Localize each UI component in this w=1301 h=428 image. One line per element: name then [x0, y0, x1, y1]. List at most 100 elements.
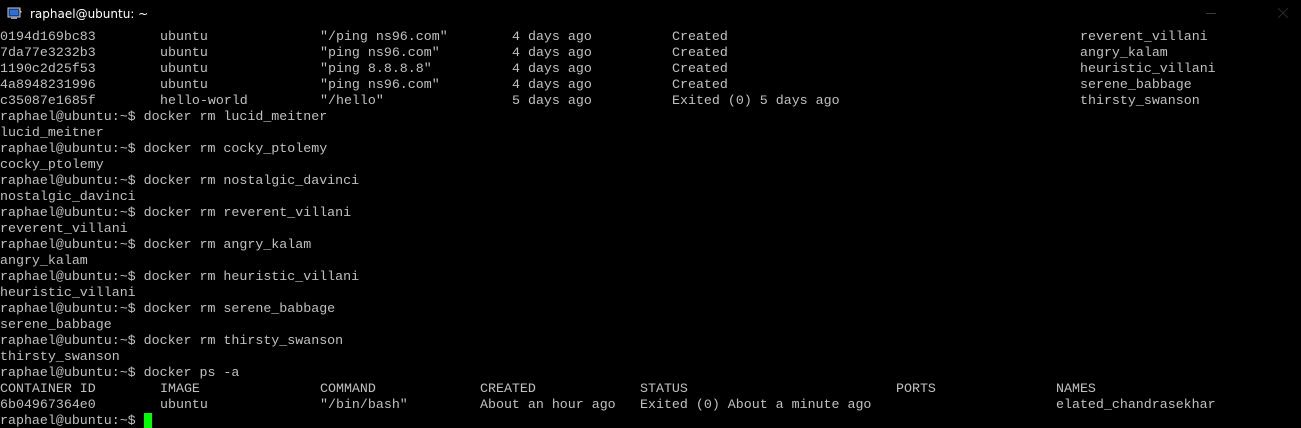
table-row: c35087e1685f hello-world "/hello" 5 days… — [0, 93, 1301, 109]
container-id: c35087e1685f — [0, 93, 96, 108]
table-header: CONTAINER ID IMAGE COMMAND CREATED STATU… — [0, 381, 1301, 397]
command: "/hello" — [320, 93, 384, 108]
header-command: COMMAND — [320, 381, 376, 396]
created: 4 days ago — [512, 29, 592, 44]
image: hello-world — [160, 93, 248, 108]
container-name: serene_babbage — [1080, 77, 1192, 92]
command-line: raphael@ubuntu:~$ docker rm cocky_ptolem… — [0, 141, 1301, 157]
command-line: raphael@ubuntu:~$ docker rm thirsty_swan… — [0, 333, 1301, 349]
command: "ping ns96.com" — [320, 45, 440, 60]
container-id: 6b04967364e0 — [0, 397, 96, 412]
close-icon — [1277, 5, 1289, 23]
window-title: raphael@ubuntu: ~ — [30, 6, 149, 21]
container-name: reverent_villani — [1080, 29, 1208, 44]
output-text: serene_babbage — [0, 317, 112, 332]
close-button[interactable] — [1265, 0, 1301, 27]
image: ubuntu — [160, 45, 208, 60]
minimize-button[interactable] — [1193, 0, 1229, 27]
container-id: 0194d169bc83 — [0, 29, 96, 44]
command-output: lucid_meitner — [0, 125, 1301, 141]
command-line: raphael@ubuntu:~$ docker ps -a — [0, 365, 1301, 381]
command-output: reverent_villani — [0, 221, 1301, 237]
command-line: raphael@ubuntu:~$ docker rm heuristic_vi… — [0, 269, 1301, 285]
image: ubuntu — [160, 397, 208, 412]
title-bar[interactable]: raphael@ubuntu: ~ — [0, 0, 1301, 27]
status: Exited (0) 5 days ago — [672, 93, 840, 108]
shell-prompt: raphael@ubuntu:~$ — [0, 141, 136, 156]
output-text: cocky_ptolemy — [0, 157, 104, 172]
status: Created — [672, 77, 728, 92]
shell-prompt: raphael@ubuntu:~$ — [0, 173, 136, 188]
command-text: docker rm reverent_villani — [143, 205, 352, 220]
header-image: IMAGE — [160, 381, 200, 396]
status: Created — [672, 61, 728, 76]
status: Created — [672, 45, 728, 60]
command-line: raphael@ubuntu:~$ docker rm lucid_meitne… — [0, 109, 1301, 125]
image: ubuntu — [160, 61, 208, 76]
table-row: 4a8948231996 ubuntu "ping ns96.com" 4 da… — [0, 77, 1301, 93]
text-cursor[interactable] — [143, 413, 152, 428]
created: 4 days ago — [512, 61, 592, 76]
command-output: heuristic_villani — [0, 285, 1301, 301]
command-line: raphael@ubuntu:~$ docker rm reverent_vil… — [0, 205, 1301, 221]
table-row: 1190c2d25f53 ubuntu "ping 8.8.8.8" 4 day… — [0, 61, 1301, 77]
shell-prompt: raphael@ubuntu:~$ — [0, 205, 136, 220]
putty-icon[interactable] — [7, 7, 23, 21]
shell-prompt: raphael@ubuntu:~$ — [0, 109, 136, 124]
command-line: raphael@ubuntu:~$ docker rm nostalgic_da… — [0, 173, 1301, 189]
command-output: thirsty_swanson — [0, 349, 1301, 365]
command: "ping ns96.com" — [320, 77, 440, 92]
command-text: docker rm serene_babbage — [143, 301, 336, 316]
created: 4 days ago — [512, 45, 592, 60]
command: "/ping ns96.com" — [320, 29, 448, 44]
shell-prompt: raphael@ubuntu:~$ — [0, 301, 136, 316]
container-id: 4a8948231996 — [0, 77, 96, 92]
terminal-output[interactable]: 0194d169bc83 ubuntu "/ping ns96.com" 4 d… — [0, 29, 1301, 428]
command-text: docker rm thirsty_swanson — [143, 333, 344, 348]
command: "/bin/bash" — [320, 397, 408, 412]
command-output: angry_kalam — [0, 253, 1301, 269]
command-text: docker rm lucid_meitner — [143, 109, 328, 124]
shell-prompt: raphael@ubuntu:~$ — [0, 237, 136, 252]
header-names: NAMES — [1056, 381, 1096, 396]
output-text: heuristic_villani — [0, 285, 136, 300]
command-text: docker rm heuristic_villani — [143, 269, 360, 284]
table-row: 7da77e3232b3 ubuntu "ping ns96.com" 4 da… — [0, 45, 1301, 61]
header-ports: PORTS — [896, 381, 936, 396]
shell-prompt: raphael@ubuntu:~$ — [0, 365, 136, 380]
terminal-window: raphael@ubuntu: ~ 0194d169bc83 ubuntu "/… — [0, 0, 1301, 428]
command-line[interactable]: raphael@ubuntu:~$ — [0, 413, 1301, 428]
table-row: 6b04967364e0 ubuntu "/bin/bash" About an… — [0, 397, 1301, 413]
command-line: raphael@ubuntu:~$ docker rm serene_babba… — [0, 301, 1301, 317]
table-row: 0194d169bc83 ubuntu "/ping ns96.com" 4 d… — [0, 29, 1301, 45]
container-name: thirsty_swanson — [1080, 93, 1200, 108]
image: ubuntu — [160, 77, 208, 92]
shell-prompt: raphael@ubuntu:~$ — [0, 333, 136, 348]
shell-prompt: raphael@ubuntu:~$ — [0, 413, 136, 428]
command-output: cocky_ptolemy — [0, 157, 1301, 173]
container-id: 1190c2d25f53 — [0, 61, 96, 76]
shell-prompt: raphael@ubuntu:~$ — [0, 269, 136, 284]
output-text: thirsty_swanson — [0, 349, 120, 364]
command-text: docker rm angry_kalam — [143, 237, 312, 252]
image: ubuntu — [160, 29, 208, 44]
command-line: raphael@ubuntu:~$ docker rm angry_kalam — [0, 237, 1301, 253]
container-id: 7da77e3232b3 — [0, 45, 96, 60]
maximize-button[interactable] — [1229, 0, 1265, 27]
output-text: angry_kalam — [0, 253, 88, 268]
header-container-id: CONTAINER ID — [0, 381, 96, 396]
command: "ping 8.8.8.8" — [320, 61, 432, 76]
command-output: nostalgic_davinci — [0, 189, 1301, 205]
command-output: serene_babbage — [0, 317, 1301, 333]
created: 4 days ago — [512, 77, 592, 92]
container-name: heuristic_villani — [1080, 61, 1216, 76]
status: Created — [672, 29, 728, 44]
output-text: lucid_meitner — [0, 125, 104, 140]
container-name: angry_kalam — [1080, 45, 1168, 60]
created: 5 days ago — [512, 93, 592, 108]
header-status: STATUS — [640, 381, 688, 396]
status: Exited (0) About a minute ago — [640, 397, 872, 412]
created: About an hour ago — [480, 397, 616, 412]
command-text: docker rm nostalgic_davinci — [143, 173, 360, 188]
output-text: reverent_villani — [0, 221, 128, 236]
